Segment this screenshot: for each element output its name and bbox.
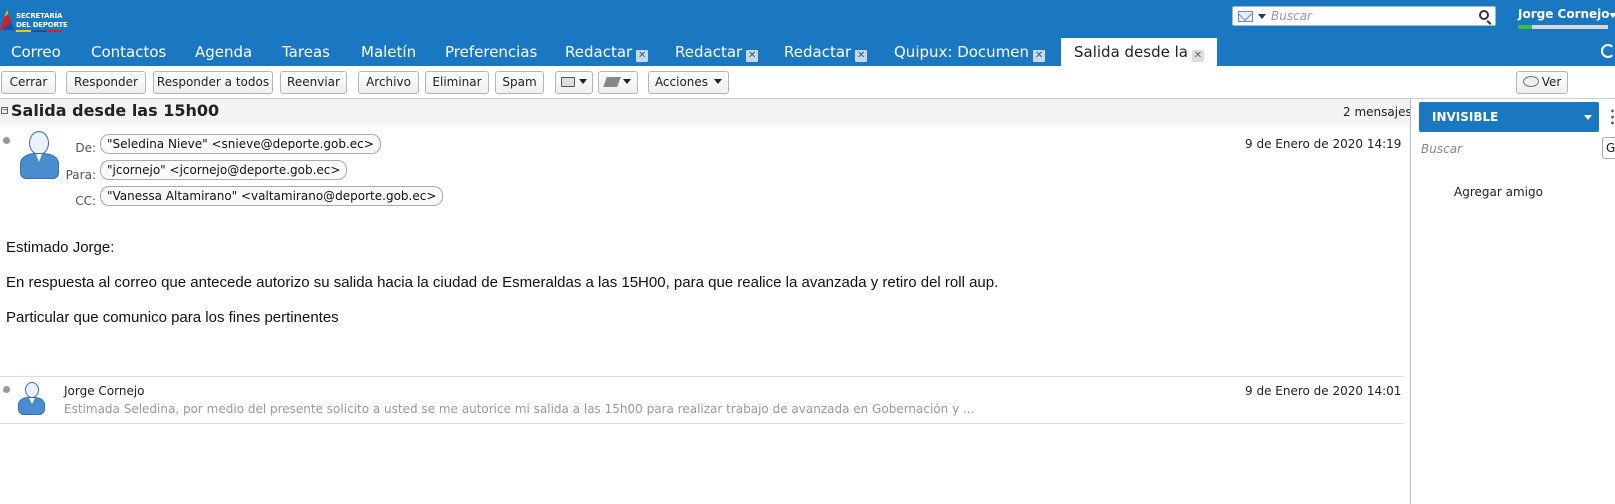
forward-button[interactable]: Reenviar: [280, 71, 347, 94]
printer-icon: [561, 77, 575, 87]
top-header: SECRETARÍA DEL DEPORTE Jorge Cornejo: [0, 0, 1615, 38]
global-search-box: [1232, 6, 1496, 26]
avatar-head-icon: [29, 131, 49, 155]
username[interactable]: Jorge Cornejo: [1518, 7, 1610, 21]
view-menu-button[interactable]: Ver: [1516, 71, 1568, 94]
logo-mark-icon: [0, 10, 14, 30]
close-tab-icon[interactable]: ✕: [1191, 50, 1204, 62]
spam-button[interactable]: Spam: [495, 71, 544, 94]
chat-search-button[interactable]: G: [1602, 137, 1615, 159]
close-tab-icon[interactable]: ✕: [746, 50, 759, 62]
avatar-tie-icon: [29, 398, 35, 404]
more-options-icon[interactable]: [1611, 108, 1614, 126]
app-tab-bar: Correo Contactos Agenda Tareas Maletín P…: [0, 38, 1615, 66]
archive-button[interactable]: Archivo: [358, 71, 419, 94]
cc-address-bubble[interactable]: "Vanessa Altamirano" <valtamirano@deport…: [100, 186, 444, 206]
actions-label: Acciones: [654, 75, 709, 89]
to-address-bubble[interactable]: "jcornejo" <jcornejo@deporte.gob.ec>: [100, 160, 348, 180]
chat-status-button[interactable]: INVISIBLE: [1419, 102, 1599, 132]
close-button[interactable]: Cerrar: [1, 71, 56, 94]
tag-menu-button[interactable]: [598, 71, 638, 94]
chevron-down-icon: [1584, 115, 1592, 120]
panel-splitter[interactable]: [1410, 99, 1411, 504]
read-dot-icon[interactable]: [3, 386, 10, 393]
from-address-bubble[interactable]: "Seledina Nieve" <snieve@deporte.gob.ec>: [100, 134, 381, 154]
actions-menu-button[interactable]: Acciones: [648, 71, 729, 94]
chevron-down-icon: [579, 79, 587, 84]
delete-button[interactable]: Eliminar: [425, 71, 489, 94]
speech-bubble-icon: [1522, 76, 1539, 87]
close-tab-icon[interactable]: ✕: [636, 50, 649, 62]
logo-line-2: DEL DEPORTE: [16, 21, 68, 29]
add-friend-link[interactable]: Agregar amigo: [1454, 185, 1543, 199]
tab-quipux[interactable]: Quipux: Documen ✕: [894, 38, 1046, 66]
avatar: [18, 382, 46, 416]
conversation-subject: Salida desde las 15h00: [11, 101, 220, 120]
search-scope-dropdown-icon[interactable]: [1258, 14, 1266, 19]
tab-maletin[interactable]: Maletín: [361, 38, 416, 66]
logo-line-1: SECRETARÍA: [16, 12, 63, 20]
message-date: 9 de Enero de 2020 14:19: [1245, 137, 1402, 151]
message-count: 2 mensajes: [1343, 105, 1412, 119]
chat-status-label: INVISIBLE: [1432, 110, 1499, 124]
tab-tareas[interactable]: Tareas: [282, 38, 330, 66]
body-greeting: Estimado Jorge:: [6, 239, 115, 256]
from-label: De:: [75, 141, 96, 155]
tab-correo[interactable]: Correo: [11, 38, 61, 66]
message-date: 9 de Enero de 2020 14:01: [1245, 384, 1402, 398]
message-sender[interactable]: Jorge Cornejo: [64, 384, 145, 398]
logo-flag-bar: [16, 30, 62, 32]
chevron-down-icon: [623, 79, 631, 84]
close-tab-icon[interactable]: ✕: [855, 50, 868, 62]
tab-preferencias[interactable]: Preferencias: [445, 38, 537, 66]
body-closing: Particular que comunico para los fines p…: [6, 309, 339, 326]
chat-search-input[interactable]: [1421, 140, 1601, 158]
mail-icon[interactable]: [1238, 11, 1253, 22]
global-search-input[interactable]: [1271, 8, 1471, 24]
tab-contactos[interactable]: Contactos: [91, 38, 166, 66]
tab-redactar-2[interactable]: Redactar ✕: [675, 38, 759, 66]
tag-icon: [603, 77, 621, 87]
body-paragraph: En respuesta al correo que antecede auto…: [6, 274, 999, 291]
tab-redactar-1[interactable]: Redactar ✕: [565, 38, 649, 66]
tab-agenda[interactable]: Agenda: [195, 38, 252, 66]
message-divider: [0, 376, 1404, 377]
user-menu-chevron-down-icon[interactable]: [1609, 13, 1615, 18]
chevron-down-icon: [714, 79, 723, 84]
collapse-toggle-icon[interactable]: −: [1, 107, 8, 114]
message-snippet[interactable]: Estimada Seledina, por medio del present…: [64, 402, 974, 416]
print-menu-button[interactable]: [555, 71, 593, 94]
reply-all-button[interactable]: Responder a todos: [153, 71, 273, 94]
avatar-tie-icon: [36, 154, 42, 162]
message-divider: [0, 423, 1404, 424]
avatar-head-icon: [25, 382, 39, 398]
tab-salida-active[interactable]: Salida desde la ✕: [1061, 38, 1217, 66]
reply-button[interactable]: Responder: [66, 71, 146, 94]
view-label: Ver: [1541, 75, 1562, 89]
message-toolbar: Cerrar Responder Responder a todos Reenv…: [0, 66, 1615, 99]
unread-dot-icon[interactable]: [3, 137, 10, 144]
refresh-icon[interactable]: [1601, 44, 1615, 58]
quota-bar: [1518, 25, 1608, 29]
to-label: Para:: [65, 168, 96, 182]
avatar: [20, 131, 60, 181]
close-tab-icon[interactable]: ✕: [1033, 50, 1046, 62]
tab-redactar-3[interactable]: Redactar ✕: [784, 38, 868, 66]
cc-label: CC:: [75, 194, 96, 208]
secretaria-deporte-logo[interactable]: SECRETARÍA DEL DEPORTE: [0, 4, 80, 34]
search-icon[interactable]: [1479, 10, 1489, 20]
